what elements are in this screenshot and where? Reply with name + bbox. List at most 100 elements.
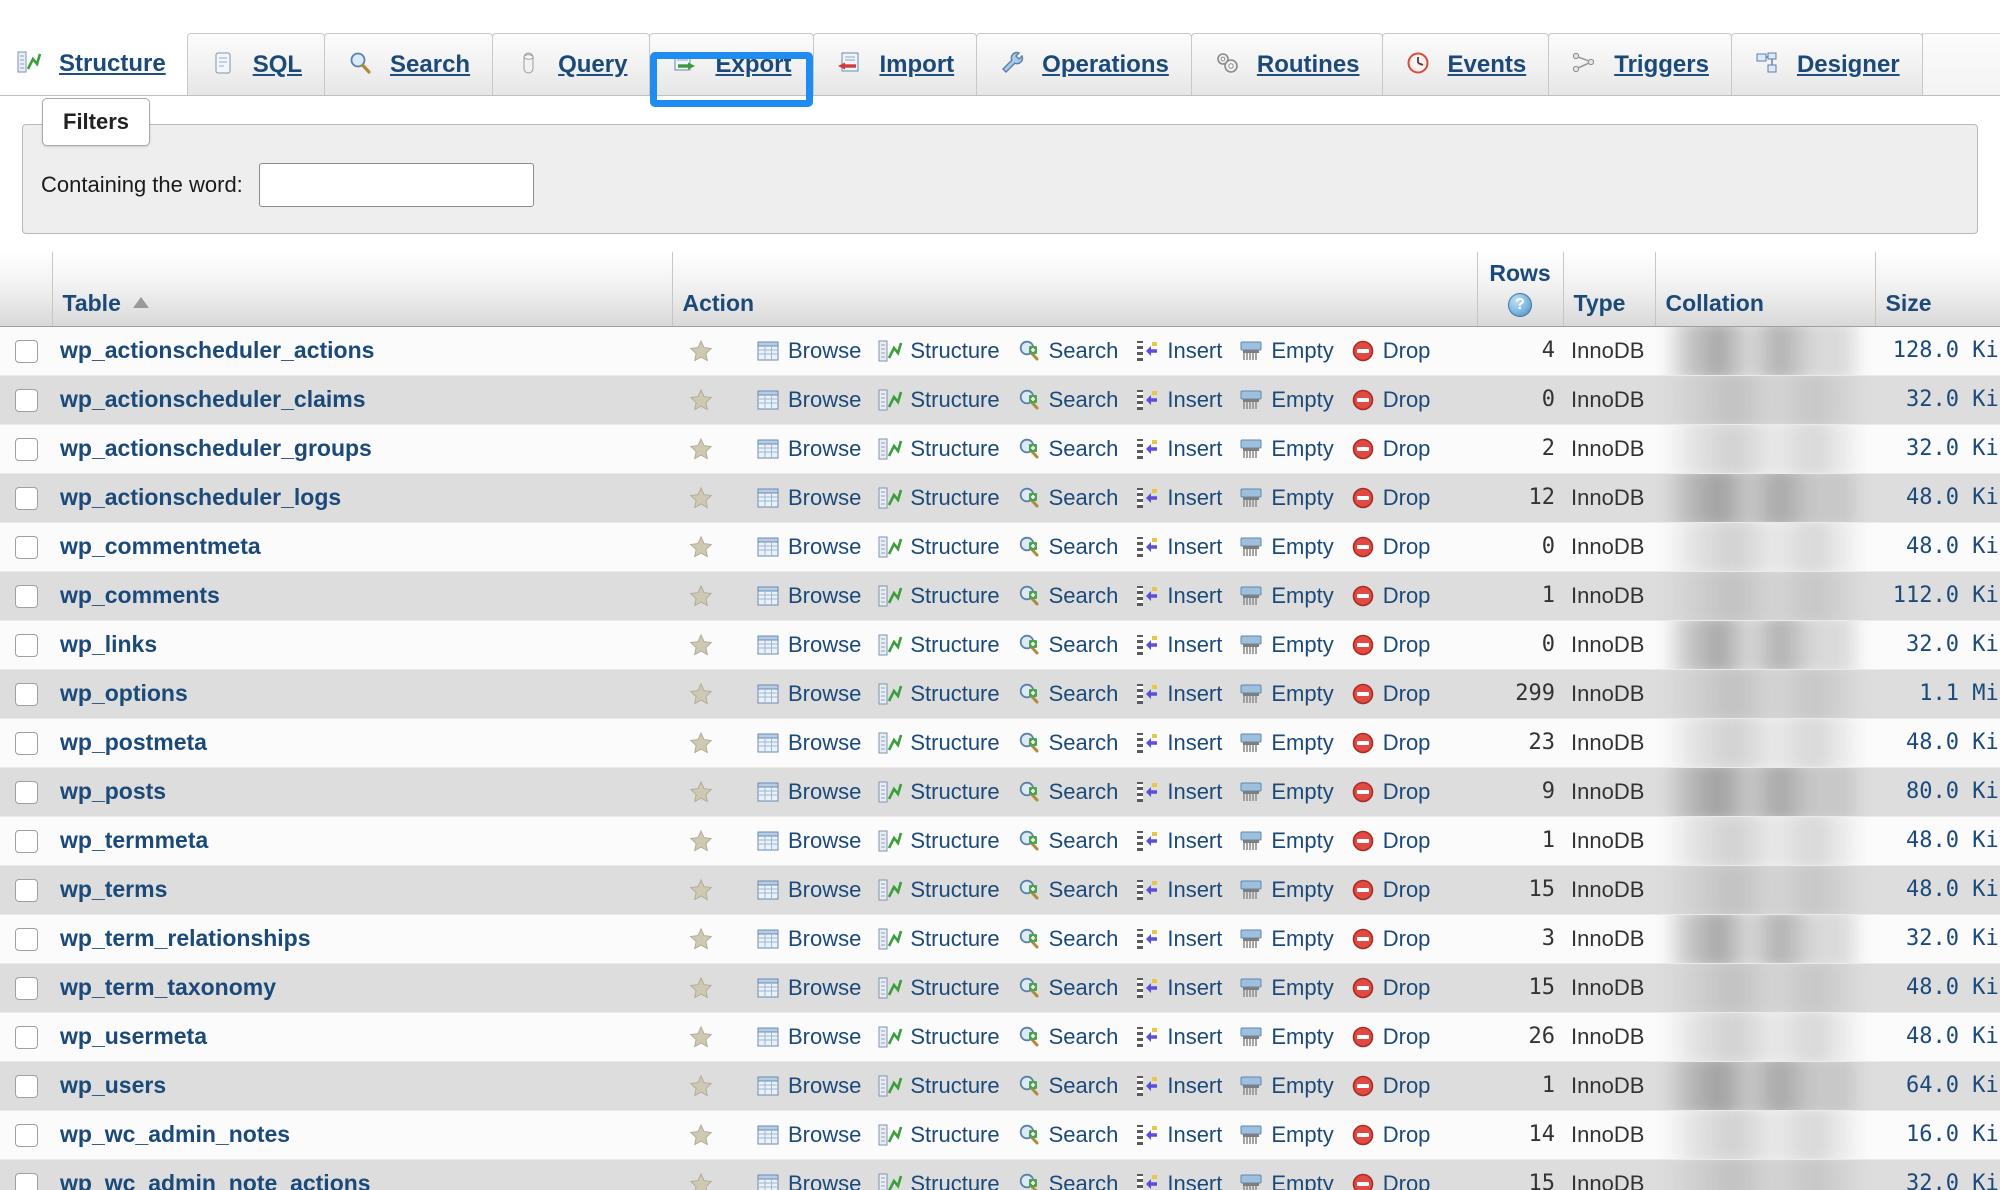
row-checkbox[interactable] bbox=[14, 1173, 38, 1190]
table-name-link[interactable]: wp_term_taxonomy bbox=[60, 974, 276, 1000]
action-browse[interactable]: Browse bbox=[747, 632, 869, 658]
action-drop[interactable]: Drop bbox=[1342, 681, 1439, 707]
action-drop[interactable]: Drop bbox=[1342, 877, 1439, 903]
table-row[interactable]: wp_actionscheduler_groups Browse Structure… bbox=[0, 424, 2000, 474]
row-select-cell[interactable] bbox=[0, 326, 52, 376]
tab-import[interactable]: Import bbox=[813, 33, 978, 95]
tab-events[interactable]: Events bbox=[1381, 33, 1550, 95]
action-browse[interactable]: Browse bbox=[747, 387, 869, 413]
table-name-link[interactable]: wp_postmeta bbox=[60, 729, 207, 755]
row-checkbox[interactable] bbox=[14, 830, 38, 854]
action-star[interactable] bbox=[680, 485, 747, 511]
action-browse[interactable]: Browse bbox=[747, 485, 869, 511]
action-star[interactable] bbox=[680, 1073, 747, 1099]
table-name-cell[interactable]: wp_commentmeta bbox=[52, 522, 672, 572]
action-empty[interactable]: Empty bbox=[1230, 583, 1341, 609]
action-insert[interactable]: Insert bbox=[1126, 436, 1230, 462]
action-star[interactable] bbox=[680, 1171, 747, 1190]
table-row[interactable]: wp_term_relationships Browse Structure Sear… bbox=[0, 914, 2000, 964]
row-select-cell[interactable] bbox=[0, 1012, 52, 1062]
action-structure[interactable]: Structure bbox=[869, 926, 1007, 952]
table-name-cell[interactable]: wp_wc_admin_note_actions bbox=[52, 1159, 672, 1190]
table-name-cell[interactable]: wp_postmeta bbox=[52, 718, 672, 768]
row-checkbox[interactable] bbox=[14, 928, 38, 952]
action-star[interactable] bbox=[680, 828, 747, 854]
action-browse[interactable]: Browse bbox=[747, 338, 869, 364]
table-row[interactable]: wp_postmeta Browse Structure Search Insert Em… bbox=[0, 718, 2000, 768]
table-name-cell[interactable]: wp_actionscheduler_logs bbox=[52, 473, 672, 523]
row-checkbox[interactable] bbox=[14, 781, 38, 805]
action-search[interactable]: Search bbox=[1008, 1073, 1127, 1099]
table-name-cell[interactable]: wp_users bbox=[52, 1061, 672, 1111]
action-drop[interactable]: Drop bbox=[1342, 975, 1439, 1001]
action-empty[interactable]: Empty bbox=[1230, 877, 1341, 903]
row-select-cell[interactable] bbox=[0, 1110, 52, 1160]
action-empty[interactable]: Empty bbox=[1230, 730, 1341, 756]
action-search[interactable]: Search bbox=[1008, 387, 1127, 413]
action-search[interactable]: Search bbox=[1008, 534, 1127, 560]
action-insert[interactable]: Insert bbox=[1126, 338, 1230, 364]
action-insert[interactable]: Insert bbox=[1126, 534, 1230, 560]
action-structure[interactable]: Structure bbox=[869, 583, 1007, 609]
action-structure[interactable]: Structure bbox=[869, 681, 1007, 707]
action-insert[interactable]: Insert bbox=[1126, 975, 1230, 1001]
row-checkbox[interactable] bbox=[14, 634, 38, 658]
action-empty[interactable]: Empty bbox=[1230, 681, 1341, 707]
action-structure[interactable]: Structure bbox=[869, 1073, 1007, 1099]
tables-list-scroll-area[interactable]: Table Action Rows ? Type Collation Size … bbox=[0, 252, 2000, 1190]
action-search[interactable]: Search bbox=[1008, 1122, 1127, 1148]
action-empty[interactable]: Empty bbox=[1230, 1122, 1341, 1148]
table-name-cell[interactable]: wp_links bbox=[52, 620, 672, 670]
row-checkbox[interactable] bbox=[14, 879, 38, 903]
action-empty[interactable]: Empty bbox=[1230, 975, 1341, 1001]
action-structure[interactable]: Structure bbox=[869, 387, 1007, 413]
action-structure[interactable]: Structure bbox=[869, 485, 1007, 511]
table-name-cell[interactable]: wp_posts bbox=[52, 767, 672, 817]
action-search[interactable]: Search bbox=[1008, 828, 1127, 854]
action-star[interactable] bbox=[680, 534, 747, 560]
row-checkbox[interactable] bbox=[14, 389, 38, 413]
table-row[interactable]: wp_commentmeta Browse Structure Search Inser… bbox=[0, 522, 2000, 572]
action-drop[interactable]: Drop bbox=[1342, 534, 1439, 560]
table-name-link[interactable]: wp_posts bbox=[60, 778, 166, 804]
action-browse[interactable]: Browse bbox=[747, 926, 869, 952]
action-drop[interactable]: Drop bbox=[1342, 632, 1439, 658]
action-drop[interactable]: Drop bbox=[1342, 730, 1439, 756]
action-drop[interactable]: Drop bbox=[1342, 485, 1439, 511]
action-browse[interactable]: Browse bbox=[747, 828, 869, 854]
action-search[interactable]: Search bbox=[1008, 681, 1127, 707]
table-name-link[interactable]: wp_actionscheduler_claims bbox=[60, 386, 366, 412]
action-insert[interactable]: Insert bbox=[1126, 828, 1230, 854]
action-empty[interactable]: Empty bbox=[1230, 926, 1341, 952]
action-browse[interactable]: Browse bbox=[747, 1122, 869, 1148]
row-select-cell[interactable] bbox=[0, 424, 52, 474]
table-row[interactable]: wp_users Browse Structure Search Insert Empty… bbox=[0, 1061, 2000, 1111]
action-drop[interactable]: Drop bbox=[1342, 436, 1439, 462]
action-insert[interactable]: Insert bbox=[1126, 779, 1230, 805]
action-drop[interactable]: Drop bbox=[1342, 1122, 1439, 1148]
row-select-cell[interactable] bbox=[0, 1061, 52, 1111]
table-row[interactable]: wp_term_taxonomy Browse Structure Search Ins… bbox=[0, 963, 2000, 1013]
action-star[interactable] bbox=[680, 1122, 747, 1148]
header-table[interactable]: Table bbox=[52, 252, 673, 327]
table-name-link[interactable]: wp_actionscheduler_logs bbox=[60, 484, 341, 510]
action-insert[interactable]: Insert bbox=[1126, 387, 1230, 413]
action-star[interactable] bbox=[680, 877, 747, 903]
table-name-cell[interactable]: wp_actionscheduler_actions bbox=[52, 326, 672, 376]
action-structure[interactable]: Structure bbox=[869, 338, 1007, 364]
table-name-cell[interactable]: wp_term_relationships bbox=[52, 914, 672, 964]
action-star[interactable] bbox=[680, 730, 747, 756]
row-checkbox[interactable] bbox=[14, 340, 38, 364]
action-search[interactable]: Search bbox=[1008, 1024, 1127, 1050]
row-select-cell[interactable] bbox=[0, 865, 52, 915]
tab-export[interactable]: Export bbox=[649, 33, 815, 107]
action-empty[interactable]: Empty bbox=[1230, 387, 1341, 413]
action-insert[interactable]: Insert bbox=[1126, 583, 1230, 609]
table-name-link[interactable]: wp_actionscheduler_actions bbox=[60, 337, 374, 363]
action-star[interactable] bbox=[680, 681, 747, 707]
table-name-cell[interactable]: wp_comments bbox=[52, 571, 672, 621]
action-search[interactable]: Search bbox=[1008, 485, 1127, 511]
row-select-cell[interactable] bbox=[0, 914, 52, 964]
action-search[interactable]: Search bbox=[1008, 583, 1127, 609]
row-select-cell[interactable] bbox=[0, 816, 52, 866]
